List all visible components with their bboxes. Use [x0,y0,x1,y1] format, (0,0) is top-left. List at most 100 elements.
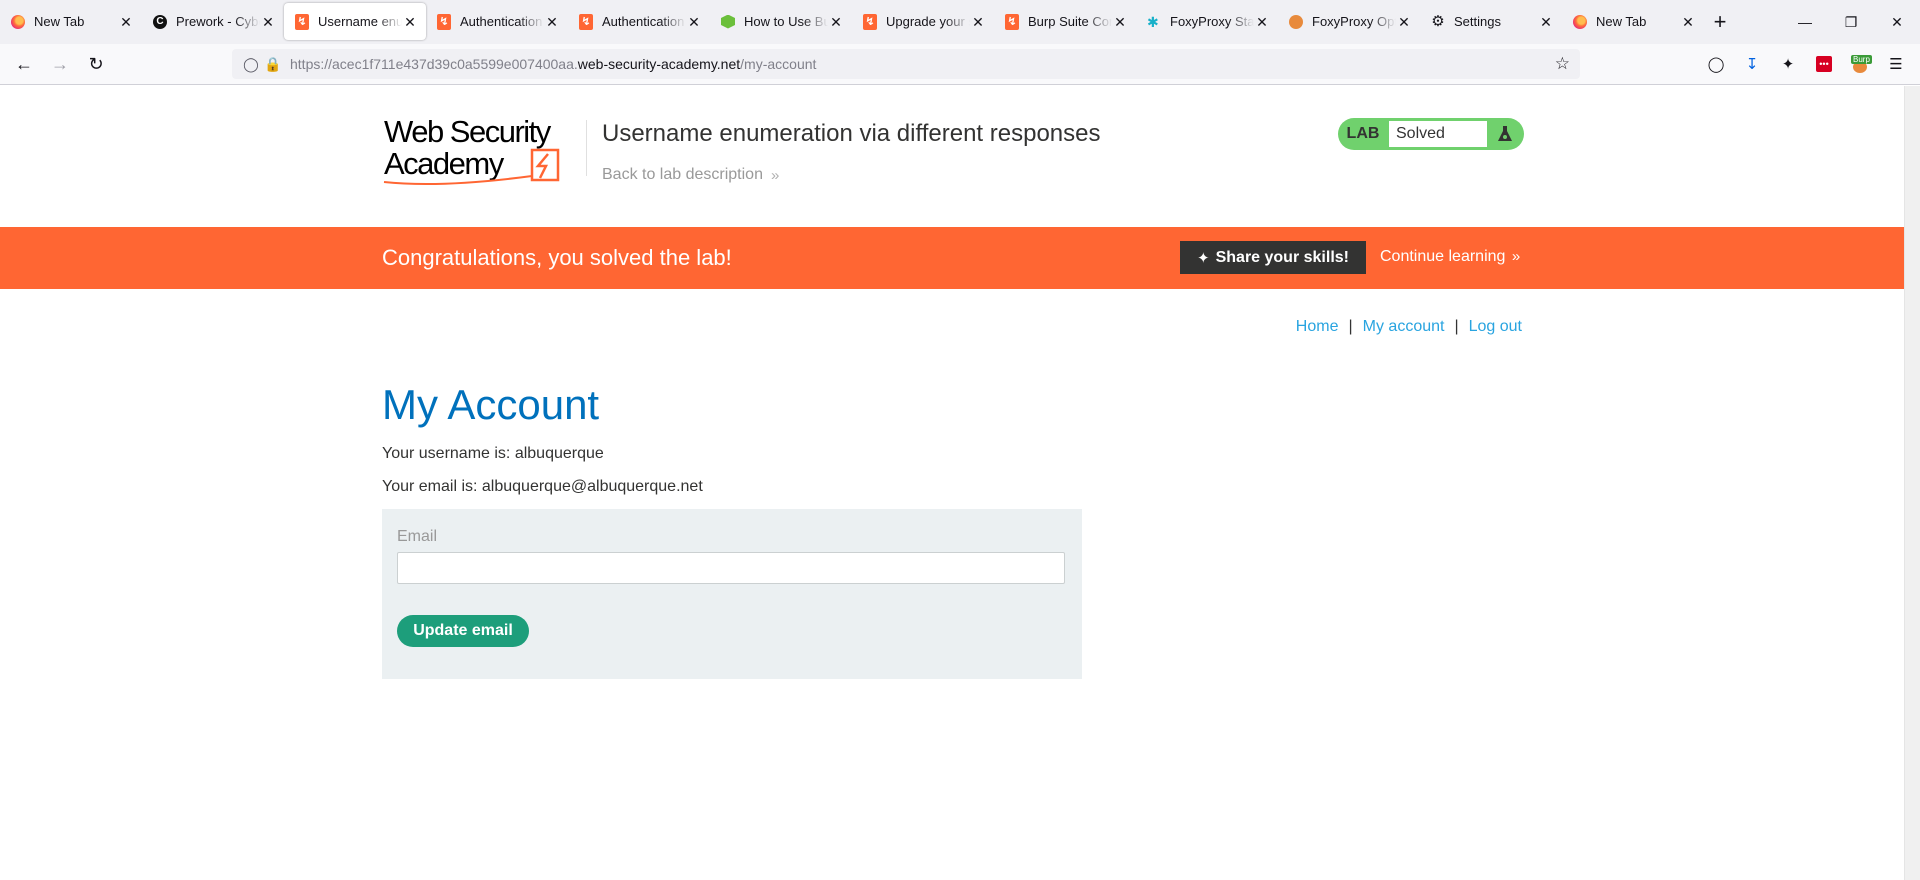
tab-close-icon[interactable]: ✕ [402,14,418,30]
close-window-icon[interactable]: ✕ [1874,0,1920,44]
back-arrow-icon[interactable]: ← [6,48,42,80]
svg-text:Academy: Academy [384,146,505,181]
toolbar-extensions: ◯ ↧ ✦ ••• Burp ☰ [1698,48,1914,80]
burp-extension-icon[interactable]: Burp [1842,48,1878,80]
reload-icon[interactable]: ↻ [78,48,114,80]
lab-status-text: Solved [1388,120,1488,148]
tab-title: Settings [1454,14,1501,29]
browser-tab[interactable]: FoxyProxy Options✕ [1278,3,1420,40]
tab-title: New Tab [1596,14,1647,29]
browser-tab[interactable]: C Prework - CyberSec✕ [142,3,284,40]
browser-tab[interactable]: ↯ Burp Suite Community✕ [994,3,1136,40]
share-skills-button[interactable]: ✦ Share your skills! [1180,241,1366,274]
email-input[interactable] [397,552,1065,584]
lab-status-widget: LAB Solved [1338,118,1524,150]
burp-bolt-icon: ↯ [436,13,452,30]
tab-title: Upgrade your skills [886,14,970,29]
lab-badge: LAB [1346,125,1380,142]
browser-tab[interactable]: ↯ Authentication lab✕ [568,3,710,40]
minimize-icon[interactable]: — [1782,0,1828,44]
foxyproxy-icon: ✱ [1147,13,1159,30]
lock-icon[interactable]: 🔒 [262,56,284,73]
browser-tab[interactable]: New Tab ✕ [1562,3,1704,40]
username-line: Your username is: albuquerque [382,445,604,462]
tab-close-icon[interactable]: ✕ [1538,14,1554,30]
nav-home-link[interactable]: Home [1296,318,1339,336]
forward-arrow-icon[interactable]: → [42,48,78,80]
page-title: My Account [382,381,600,428]
tab-close-icon[interactable]: ✕ [1254,14,1270,30]
web-security-academy-logo[interactable]: Web Security Academy [382,112,582,192]
svg-text:Web Security: Web Security [384,114,552,149]
page-scrollbar[interactable] [1904,86,1920,880]
tab-close-icon[interactable]: ✕ [260,14,276,30]
restore-icon[interactable]: ❐ [1828,0,1874,44]
email-label: Email [397,528,438,545]
site-nav: Home | My account | Log out [1296,318,1522,336]
burp-bolt-icon: ↯ [578,13,594,30]
tab-title: Username enumeration [318,14,402,29]
continue-learning-label: Continue learning [1380,248,1506,265]
tab-close-icon[interactable]: ✕ [1396,14,1412,30]
tab-close-icon[interactable]: ✕ [828,14,844,30]
congratulations-message: Congratulations, you solved the lab! [382,245,732,270]
firefox-icon [1572,14,1588,30]
burp-bolt-icon: ↯ [862,13,878,30]
firefox-icon [10,14,26,30]
page-content: Web Security Academy Username enumeratio… [0,86,1904,880]
new-tab-button[interactable]: + [1704,3,1736,40]
tab-close-icon[interactable]: ✕ [1112,14,1128,30]
browser-tab[interactable]: ⚙ Settings ✕ [1420,3,1562,40]
solved-banner: Congratulations, you solved the lab! ✦ S… [0,227,1904,289]
browser-tab[interactable]: ↯ Authentication lab✕ [426,3,568,40]
bookmark-star-icon[interactable]: ☆ [1555,54,1570,74]
gear-icon: ⚙ [1431,12,1445,30]
tab-close-icon[interactable]: ✕ [970,14,986,30]
browser-tab[interactable]: ↯ Upgrade your skills✕ [852,3,994,40]
browser-tab[interactable]: ↯ Username enumeration✕ [284,3,426,40]
extension-red-icon[interactable]: ••• [1806,48,1842,80]
download-icon[interactable]: ↧ [1734,48,1770,80]
logo-divider [586,120,587,176]
tab-title: Authentication lab [460,14,544,29]
tab-title: Authentication lab [602,14,686,29]
tab-title: FoxyProxy Standard [1170,14,1254,29]
burp-bolt-icon: ↯ [294,13,310,30]
back-link-label: Back to lab description [602,166,763,183]
extension-fox-icon[interactable]: ✦ [1770,48,1806,80]
browser-tab[interactable]: ✱ FoxyProxy Standard✕ [1136,3,1278,40]
window-controls: — ❐ ✕ [1782,0,1920,44]
tab-close-icon[interactable]: ✕ [686,14,702,30]
hex-icon [720,14,736,30]
url-text[interactable]: https://acec1f711e437d39c0a5599e007400aa… [290,56,816,72]
browser-tab[interactable]: How to Use Burp✕ [710,3,852,40]
tab-title: New Tab [34,14,85,29]
lab-title: Username enumeration via different respo… [602,120,1101,147]
nav-my-account-link[interactable]: My account [1363,318,1445,336]
burp-bolt-icon: ↯ [1004,13,1020,30]
continue-learning-link[interactable]: Continue learning » [1380,248,1520,266]
update-email-form: Email Update email [382,509,1082,679]
url-bar[interactable]: ◯ 🔒 https://acec1f711e437d39c0a5599e0074… [232,49,1580,79]
foxyproxy-options-icon [1288,14,1304,30]
shield-icon[interactable]: ◯ [240,56,262,73]
academy-header: Web Security Academy Username enumeratio… [382,104,1524,204]
tab-list: New Tab✕CPrework - CyberSec✕↯Username en… [0,0,1704,40]
update-email-button[interactable]: Update email [397,615,529,647]
nav-log-out-link[interactable]: Log out [1469,318,1522,336]
email-line: Your email is: albuquerque@albuquerque.n… [382,478,703,495]
menu-icon[interactable]: ☰ [1878,48,1914,80]
browser-tab[interactable]: New Tab ✕ [0,3,142,40]
flask-icon [1488,120,1522,148]
tab-title: How to Use Burp [744,14,828,29]
tab-title: Prework - CyberSec [176,14,260,29]
tab-close-icon[interactable]: ✕ [1680,14,1696,30]
twitter-bird-icon: ✦ [1197,249,1210,267]
back-to-lab-description-link[interactable]: Back to lab description » [602,166,779,184]
nav-toolbar: ← → ↻ ◯ 🔒 https://acec1f711e437d39c0a559… [0,44,1920,85]
pocket-icon[interactable]: ◯ [1698,48,1734,80]
tab-close-icon[interactable]: ✕ [544,14,560,30]
c-icon: C [152,14,168,30]
tab-close-icon[interactable]: ✕ [118,14,134,30]
tab-title: Burp Suite Community [1028,14,1112,29]
